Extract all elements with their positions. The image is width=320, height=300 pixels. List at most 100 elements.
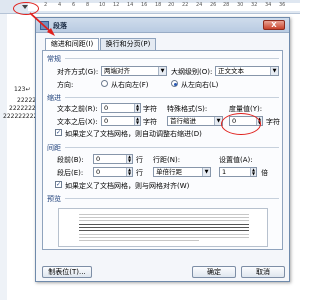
ruler-tick: 30 [237, 2, 244, 8]
divider [65, 58, 279, 59]
ruler-tick: 2 [44, 2, 48, 8]
special-format-select[interactable]: 首行缩进 ▼ [167, 116, 223, 126]
ruler-tick: 10 [99, 2, 106, 8]
divider [65, 198, 279, 199]
spinner-icon[interactable]: ▲ ▼ [134, 117, 140, 125]
tab-stops-button[interactable]: 制表位(T)... [42, 266, 92, 278]
divider [65, 97, 279, 98]
dialog-titlebar[interactable]: 段落 X [36, 18, 289, 33]
indent-before-label: 文本之前(R): [57, 105, 98, 113]
horizontal-ruler[interactable]: 2 4 6 8 10 12 14 16 18 20 22 24 26 28 30… [0, 0, 300, 14]
snap-to-grid-label: 如果定义了文档网格，则与网格对齐(W) [65, 182, 190, 190]
auto-right-indent-checkbox[interactable]: ✓ [55, 129, 62, 136]
rtl-radio[interactable] [101, 80, 108, 87]
ok-button[interactable]: 确定 [192, 266, 236, 278]
snap-to-grid-checkbox[interactable]: ✓ [55, 181, 62, 188]
preview-line [79, 240, 199, 241]
indent-before-value: 0 [104, 104, 109, 112]
indent-before-unit[interactable]: 字符 [143, 104, 157, 114]
space-after-label: 段后(E): [57, 169, 84, 177]
ruler-tick: 24 [196, 2, 203, 8]
section-indent: 缩进 [47, 94, 61, 102]
chevron-down-icon: ▼ [270, 67, 278, 75]
auto-right-indent-label: 如果定义了文档网格，则自动调整右缩进(D) [65, 130, 202, 138]
dialog-title: 段落 [53, 22, 67, 30]
ruler-tick: 26 [210, 2, 217, 8]
document-line: 123↵ [14, 86, 31, 93]
ruler-tick: 20 [168, 2, 175, 8]
space-before-unit[interactable]: 行 [136, 155, 143, 165]
ruler-tick: 12 [113, 2, 120, 8]
line-spacing-value: 单倍行距 [156, 168, 182, 176]
preview-line [79, 224, 249, 225]
ruler-tick: 8 [86, 2, 90, 8]
line-spacing-select[interactable]: 单倍行距 ▼ [153, 167, 211, 177]
annotation-ellipse-ruler [13, 2, 39, 15]
line-spacing-label: 行距(N): [153, 156, 181, 164]
special-format-label: 特殊格式(S): [167, 105, 208, 113]
cancel-button[interactable]: 取消 [241, 266, 285, 278]
preview-line [79, 237, 249, 238]
space-before-label: 段前(B): [57, 156, 84, 164]
ruler-tick: 4 [58, 2, 62, 8]
spinner-icon[interactable]: ▲ ▼ [126, 168, 132, 176]
space-after-input[interactable]: 0 ▲ ▼ [93, 167, 133, 177]
ruler-tick: 16 [141, 2, 148, 8]
wps-app-icon [40, 21, 49, 30]
section-spacing: 间距 [47, 144, 61, 152]
ruler-tick: 32 [251, 2, 258, 8]
ruler-tick: 28 [223, 2, 230, 8]
indent-before-input[interactable]: 0 ▲ ▼ [101, 103, 141, 113]
set-value-label: 设置值(A): [219, 156, 253, 164]
outline-select[interactable]: 正文文本 ▼ [215, 66, 279, 76]
ruler-track [28, 3, 300, 11]
preview-line [79, 230, 249, 231]
indent-after-label: 文本之后(X): [57, 118, 98, 126]
space-before-value: 0 [96, 155, 101, 163]
set-value-input[interactable]: 1 ▲ ▼ [219, 167, 257, 177]
paragraph-dialog: 段落 X 缩进和间距(I) 换行和分页(P) 常规 对齐方式(G): 两端对齐 … [35, 17, 290, 282]
spinner-icon[interactable]: ▲ ▼ [134, 104, 140, 112]
rtl-label: 从右向左(F) [111, 81, 149, 89]
chevron-down-icon: ▼ [202, 168, 210, 176]
outline-value: 正文文本 [218, 67, 244, 75]
ltr-label: 从左向右(L) [181, 81, 219, 89]
spinner-icon[interactable]: ▲ ▼ [250, 168, 256, 176]
section-preview: 预览 [47, 195, 61, 203]
spinner-icon[interactable]: ▲ ▼ [126, 155, 132, 163]
ltr-radio[interactable] [171, 80, 178, 87]
align-label: 对齐方式(G): [57, 68, 99, 76]
indent-after-unit[interactable]: 字符 [143, 117, 157, 127]
close-button[interactable]: X [263, 20, 285, 30]
chevron-down-icon: ▼ [158, 67, 166, 75]
preview-line [79, 227, 249, 228]
indent-after-input[interactable]: 0 ▲ ▼ [101, 116, 141, 126]
paragraph-preview [58, 208, 268, 247]
ruler-tick: 36 [279, 2, 286, 8]
section-general: 常规 [47, 55, 61, 63]
outline-label: 大纲级别(O): [171, 68, 213, 76]
preview-line [79, 217, 249, 218]
preview-line [79, 214, 249, 215]
ruler-tick: 22 [182, 2, 189, 8]
space-after-unit[interactable]: 行 [136, 168, 143, 178]
ruler-tick: 14 [127, 2, 134, 8]
indent-after-value: 0 [104, 117, 109, 125]
set-value-value: 1 [222, 168, 227, 176]
space-before-input[interactable]: 0 ▲ ▼ [93, 154, 133, 164]
space-after-value: 0 [96, 168, 101, 176]
preview-line [79, 220, 249, 221]
ruler-tick: 34 [265, 2, 272, 8]
preview-line [79, 234, 249, 235]
ruler-tick: 6 [72, 2, 76, 8]
divider [65, 147, 279, 148]
special-format-value: 首行缩进 [170, 117, 196, 125]
set-value-unit: 倍 [261, 169, 268, 177]
page-margin [0, 14, 7, 300]
measure-unit[interactable]: 字符 [266, 117, 280, 127]
tab-line-page-breaks[interactable]: 换行和分页(P) [100, 38, 156, 50]
align-select[interactable]: 两端对齐 ▼ [101, 66, 167, 76]
direction-label: 方向: [57, 81, 74, 89]
align-value: 两端对齐 [104, 67, 130, 75]
annotation-ellipse-measure [221, 113, 261, 135]
